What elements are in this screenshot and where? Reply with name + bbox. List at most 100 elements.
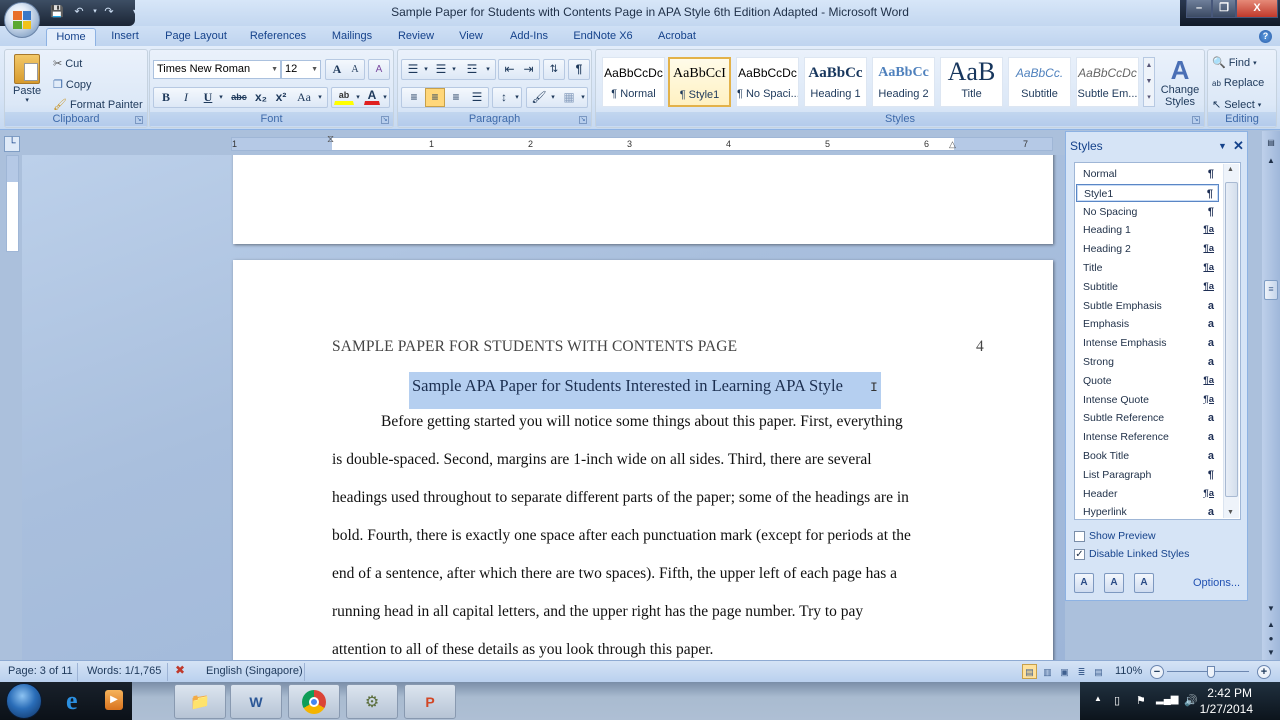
battery-icon[interactable]: ▯ — [1114, 694, 1120, 707]
align-right-button[interactable]: ≡ — [446, 88, 466, 107]
borders-button[interactable]: ▦ — [559, 88, 579, 107]
pane-menu-icon[interactable]: ▼ — [1218, 141, 1227, 151]
change-case-button[interactable]: Aa — [292, 88, 316, 107]
tab-references[interactable]: References — [245, 28, 311, 46]
document-title[interactable]: Sample APA Paper for Students Interested… — [412, 376, 843, 396]
highlight-button[interactable]: ab — [334, 88, 354, 105]
style-list-item[interactable]: List Paragraph ¶ — [1076, 466, 1219, 484]
style-list-item[interactable]: Intense Reference a — [1076, 428, 1219, 446]
zoom-in-button[interactable]: + — [1257, 665, 1271, 679]
style-normal[interactable]: AaBbCcDc ¶ Normal — [602, 57, 665, 107]
font-name-combo[interactable]: Times New Roman ▼ — [153, 60, 281, 79]
line-spacing-button[interactable]: ↕ — [494, 88, 514, 107]
select-button[interactable]: ↖ Select ▾ — [1212, 98, 1261, 112]
style-subtle-emphasis[interactable]: AaBbCcDc Subtle Em... — [1076, 57, 1139, 107]
style-list-item[interactable]: Normal ¶ — [1076, 165, 1219, 183]
line-spacing-dropdown-icon[interactable]: ▾ — [513, 88, 521, 107]
style-list-item[interactable]: Emphasis a — [1076, 315, 1219, 333]
body-line[interactable]: is double-spaced. Second, margins are 1-… — [332, 451, 872, 469]
powerpoint-task-button[interactable]: P — [404, 684, 456, 719]
scroll-down-icon[interactable]: ▼ — [1265, 603, 1277, 615]
style-title[interactable]: AaB Title — [940, 57, 1003, 107]
zoom-slider-thumb[interactable] — [1207, 666, 1215, 678]
clock-time[interactable]: 2:42 PM — [1207, 686, 1252, 700]
media-player-icon[interactable]: ▶ — [105, 690, 123, 710]
page-number[interactable]: 4 — [976, 338, 984, 356]
scroll-down-icon[interactable]: ▼ — [1227, 509, 1234, 516]
zoom-out-button[interactable]: − — [1150, 665, 1164, 679]
tab-review[interactable]: Review — [392, 28, 440, 46]
bullets-button[interactable]: ☰ — [404, 60, 422, 79]
page-indicator[interactable]: Page: 3 of 11 — [8, 665, 73, 677]
body-line[interactable]: Before getting started you will notice s… — [381, 413, 903, 431]
outline-view-icon[interactable]: ≣ — [1074, 664, 1089, 679]
italic-button[interactable]: I — [177, 88, 195, 107]
clipboard-launcher-icon[interactable]: ↘ — [135, 116, 143, 124]
underline-dropdown-icon[interactable]: ▾ — [217, 88, 225, 107]
paragraph-launcher-icon[interactable]: ↘ — [579, 116, 587, 124]
scroll-up-icon[interactable]: ▲ — [1265, 155, 1277, 167]
style-list-item[interactable]: Quote ¶a — [1076, 372, 1219, 390]
borders-dropdown-icon[interactable]: ▾ — [579, 88, 587, 107]
running-head[interactable]: SAMPLE PAPER FOR STUDENTS WITH CONTENTS … — [332, 338, 737, 356]
chrome-task-button[interactable] — [288, 684, 340, 719]
scroll-thumb[interactable]: ≡ — [1264, 280, 1278, 300]
start-button[interactable] — [6, 683, 42, 719]
bullets-dropdown-icon[interactable]: ▾ — [422, 60, 430, 79]
style-list-item[interactable]: Header ¶a — [1076, 485, 1219, 503]
styles-list-scrollbar[interactable]: ▲ ▼ — [1223, 164, 1239, 518]
style-heading-1[interactable]: AaBbCc Heading 1 — [804, 57, 867, 107]
volume-icon[interactable]: 🔊 — [1184, 694, 1198, 707]
view-ruler-icon[interactable]: ▤ — [1265, 137, 1277, 149]
highlight-dropdown-icon[interactable]: ▾ — [354, 88, 362, 107]
print-layout-view-icon[interactable]: ▤ — [1022, 664, 1037, 679]
horizontal-ruler[interactable]: 1 1 2 3 4 5 6 7 ⧖ △ — [231, 134, 1053, 151]
subscript-button[interactable]: x₂ — [252, 88, 270, 107]
word-count[interactable]: Words: 1/1,765 — [87, 665, 161, 677]
tab-page-layout[interactable]: Page Layout — [160, 28, 232, 46]
internet-explorer-icon[interactable]: e — [66, 686, 78, 716]
previous-page[interactable] — [233, 155, 1053, 244]
body-line[interactable]: end of a sentence, after which there are… — [332, 565, 897, 583]
style-list-item[interactable]: Subtitle ¶a — [1076, 278, 1219, 296]
align-left-button[interactable]: ≡ — [404, 88, 424, 107]
gallery-up-icon[interactable]: ▲ — [1144, 58, 1154, 74]
font-size-combo[interactable]: 12 ▼ — [281, 60, 321, 79]
draft-view-icon[interactable]: ▤ — [1091, 664, 1106, 679]
tab-add-ins[interactable]: Add-Ins — [503, 28, 555, 46]
style-list-item[interactable]: Subtle Emphasis a — [1076, 297, 1219, 315]
numbering-button[interactable]: ☰ — [432, 60, 450, 79]
scroll-thumb[interactable] — [1225, 182, 1238, 497]
style-subtitle[interactable]: AaBbCc. Subtitle — [1008, 57, 1071, 107]
show-hidden-icons[interactable]: ▲ — [1094, 694, 1102, 703]
underline-button[interactable]: U — [199, 88, 217, 107]
grow-font-button[interactable]: A — [328, 60, 346, 79]
find-button[interactable]: 🔍 Find ▾ — [1212, 56, 1257, 70]
cut-button[interactable]: ✂ Cut — [53, 57, 82, 71]
font-color-button[interactable]: A — [364, 88, 380, 105]
new-style-button[interactable]: A — [1074, 573, 1094, 593]
tab-acrobat[interactable]: Acrobat — [650, 28, 704, 46]
body-line[interactable]: running head in all capital letters, and… — [332, 603, 863, 621]
decrease-indent-button[interactable]: ⇤ — [500, 60, 519, 79]
document-area[interactable]: SAMPLE PAPER FOR STUDENTS WITH CONTENTS … — [22, 155, 1065, 660]
right-indent-marker[interactable]: △ — [949, 139, 956, 150]
explorer-task-button[interactable]: 📁 — [174, 684, 226, 719]
bold-button[interactable]: B — [157, 88, 175, 107]
style-list-item[interactable]: Intense Quote ¶a — [1076, 391, 1219, 409]
tab-view[interactable]: View — [453, 28, 489, 46]
network-signal-icon[interactable]: ▂▄▆ — [1156, 694, 1178, 705]
close-button[interactable]: X — [1236, 0, 1278, 18]
strikethrough-button[interactable]: abc — [228, 88, 250, 107]
styles-launcher-icon[interactable]: ↘ — [1192, 116, 1200, 124]
style-list-item[interactable]: Subtle Reference a — [1076, 409, 1219, 427]
gallery-down-icon[interactable]: ▼ — [1144, 74, 1154, 90]
shading-button[interactable]: 🖌 — [529, 88, 549, 107]
font-color-dropdown-icon[interactable]: ▾ — [381, 88, 389, 107]
office-button[interactable] — [4, 2, 40, 38]
paste-button[interactable]: Paste ▾ — [13, 54, 41, 104]
style-list-item[interactable]: Intense Emphasis a — [1076, 334, 1219, 352]
multilevel-dropdown-icon[interactable]: ▾ — [484, 60, 492, 79]
disable-linked-styles-checkbox[interactable]: ✓ — [1074, 549, 1085, 560]
tab-endnote[interactable]: EndNote X6 — [567, 28, 639, 46]
